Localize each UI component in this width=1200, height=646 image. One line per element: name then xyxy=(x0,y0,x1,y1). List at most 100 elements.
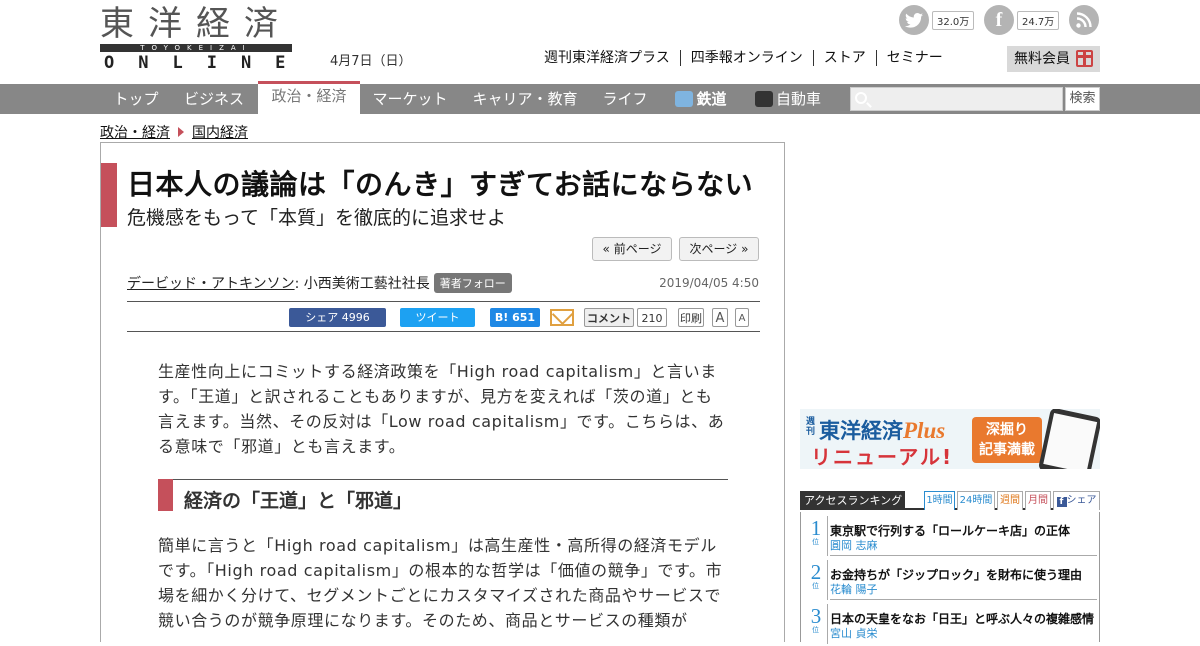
nav-railway[interactable]: 鉄道 xyxy=(666,84,736,114)
ranking-item[interactable]: 3 位 日本の天皇をなお「日王」と呼ぶ人々の複雑感情 宮山 貞栄 xyxy=(807,602,1097,646)
ranking-separator xyxy=(830,599,1097,600)
article-subtitle: 危機感をもって「本質」を徹底的に追求せよ xyxy=(127,207,507,229)
article-container: 日本人の議論は「のんき」すぎてお話にならない 危機感をもって「本質」を徹底的に追… xyxy=(100,142,785,642)
comment-button[interactable]: コメント xyxy=(584,308,634,327)
nav-store[interactable]: ストア xyxy=(812,50,876,66)
rank-divider xyxy=(827,560,828,600)
nav-market[interactable]: マーケット xyxy=(360,84,460,114)
nav-railway-label: 鉄道 xyxy=(696,90,727,108)
nav-career-education[interactable]: キャリア・教育 xyxy=(460,84,590,114)
ranking-title: アクセスランキング xyxy=(800,491,905,510)
nav-weekly-plus[interactable]: 週刊東洋経済プラス xyxy=(540,50,680,66)
site-logo[interactable]: 東洋経済 TOYOKEIZAI ONLINE xyxy=(100,4,310,73)
facebook-share-button[interactable]: シェア 4996 xyxy=(289,308,386,327)
author-title: : 小西美術工藝社社長 xyxy=(294,276,430,292)
rank-divider xyxy=(827,516,828,556)
rank-unit: 位 xyxy=(812,538,819,546)
author-follow-button[interactable]: 著者フォロー xyxy=(433,273,512,293)
breadcrumb-arrow-icon xyxy=(178,127,184,137)
nav-top[interactable]: トップ xyxy=(100,84,172,114)
twitter-count: 32.0万 xyxy=(932,10,975,30)
search-icon xyxy=(855,92,867,104)
rank-unit: 位 xyxy=(812,626,819,634)
breadcrumb-politics-economy[interactable]: 政治・経済 xyxy=(100,122,170,142)
section-heading: 経済の「王道」と「邪道」 xyxy=(184,490,413,512)
ranking-item-author[interactable]: 花輪 陽子 xyxy=(830,581,878,597)
print-button[interactable]: 印刷 xyxy=(678,308,704,327)
search-input[interactable] xyxy=(850,87,1063,111)
article-title: 日本人の議論は「のんき」すぎてお話にならない xyxy=(127,168,754,201)
share-bar: シェア 4996 ツイート B! 651 コメント 210 印刷 A A xyxy=(127,301,760,332)
mail-icon[interactable] xyxy=(550,309,574,326)
category-navigation: トップ ビジネス 政治・経済 マーケット キャリア・教育 ライフ 鉄道 自動車 … xyxy=(0,81,1200,114)
promo-brand-plus: Plus xyxy=(903,418,946,443)
ranking-item-author[interactable]: 圓岡 志麻 xyxy=(830,537,878,553)
free-member-label: 無料会員 xyxy=(1014,51,1070,67)
ranking-tab-week[interactable]: 週間 xyxy=(997,491,1023,510)
section-accent-bar xyxy=(158,479,173,511)
ranking-tab-24h[interactable]: 24時間 xyxy=(957,491,995,510)
site-header: 東洋経済 TOYOKEIZAI ONLINE 4月7日（日） 32.0万 f 2… xyxy=(0,0,1200,84)
twitter-follow[interactable]: 32.0万 xyxy=(899,5,975,35)
ranking-item[interactable]: 1 位 東京駅で行列する「ロールケーキ店」の正体 圓岡 志麻 xyxy=(807,514,1097,558)
ranking-tab-share[interactable]: f シェア xyxy=(1053,491,1100,510)
rank-divider xyxy=(827,604,828,644)
nav-shikiho[interactable]: 四季報オンライン xyxy=(679,50,813,66)
ranking-tab-1h[interactable]: 1時間 xyxy=(924,491,955,510)
tweet-button[interactable]: ツイート xyxy=(400,308,475,327)
publish-date: 2019/04/05 4:50 xyxy=(659,276,759,290)
logo-kanji: 東洋経済 xyxy=(100,4,292,44)
section-divider xyxy=(158,479,728,480)
facebook-follow[interactable]: f 24.7万 xyxy=(984,5,1060,35)
facebook-icon[interactable]: f xyxy=(984,5,1014,35)
author-line: デービッド・アトキンソン : 小西美術工藝社社長 著者フォロー xyxy=(127,273,512,293)
rank-unit: 位 xyxy=(812,582,819,590)
car-icon xyxy=(754,91,773,107)
article-paragraph-1: 生産性向上にコミットする経済政策を「High road capitalism」と… xyxy=(158,362,725,456)
breadcrumb: 政治・経済 国内経済 xyxy=(100,122,248,142)
rss-link[interactable] xyxy=(1069,5,1099,35)
ranking-item[interactable]: 2 位 お金持ちが「ジップロック」を財布に使う理由 花輪 陽子 xyxy=(807,558,1097,602)
nav-business[interactable]: ビジネス xyxy=(172,84,256,114)
free-member-button[interactable]: 無料会員 xyxy=(1007,46,1100,72)
nav-seminar[interactable]: セミナー xyxy=(875,50,953,66)
ranking-list: 1 位 東京駅で行列する「ロールケーキ店」の正体 圓岡 志麻 2 位 お金持ちが… xyxy=(800,512,1100,644)
font-small-button[interactable]: A xyxy=(735,308,749,327)
twitter-icon[interactable] xyxy=(899,5,929,35)
search-button[interactable]: 検索 xyxy=(1065,87,1100,111)
top-navigation: 週刊東洋経済プラス 四季報オンライン ストア セミナー xyxy=(540,50,953,66)
author-name[interactable]: デービッド・アトキンソン xyxy=(127,273,295,293)
ranking-item-author[interactable]: 宮山 貞栄 xyxy=(830,625,878,641)
phone-image xyxy=(1037,409,1100,469)
promo-renewal: リニューアル! xyxy=(811,445,954,469)
logo-online: ONLINE xyxy=(104,53,310,73)
ranking-tab-share-label: シェア xyxy=(1066,495,1097,506)
promo-tag: 深掘り 記事満載 xyxy=(972,417,1042,463)
next-page-button[interactable]: 次ページ » xyxy=(679,237,759,261)
promo-weekly: 週刊 xyxy=(806,417,816,437)
nav-automobile[interactable]: 自動車 xyxy=(746,84,830,114)
rss-icon[interactable] xyxy=(1069,5,1099,35)
ranking-separator xyxy=(830,555,1097,556)
access-ranking: アクセスランキング 1時間 24時間 週間 月間 f シェア 1 位 東京駅で行列… xyxy=(800,491,1100,644)
facebook-count: 24.7万 xyxy=(1017,10,1060,30)
hatena-bookmark-button[interactable]: B! 651 xyxy=(490,308,540,327)
nav-politics-economy[interactable]: 政治・経済 xyxy=(258,81,360,114)
follow-label: 著者フォロー xyxy=(439,277,506,290)
nav-life[interactable]: ライフ xyxy=(590,84,660,114)
weekly-plus-banner[interactable]: 週刊 東洋経済Plus リニューアル! 深掘り 記事満載 xyxy=(800,409,1100,469)
title-accent-bar xyxy=(101,163,117,227)
facebook-small-icon: f xyxy=(1056,497,1067,507)
font-large-button[interactable]: A xyxy=(712,308,728,327)
breadcrumb-domestic-economy[interactable]: 国内経済 xyxy=(192,122,248,142)
ranking-header: アクセスランキング 1時間 24時間 週間 月間 f シェア xyxy=(800,491,1100,510)
nav-automobile-label: 自動車 xyxy=(775,90,821,108)
logo-romaji: TOYOKEIZAI xyxy=(140,44,252,52)
prev-page-button[interactable]: « 前ページ xyxy=(592,237,672,261)
article-paragraph-2: 簡単に言うと「High road capitalism」は高生産性・高所得の経済… xyxy=(158,536,723,630)
train-icon xyxy=(675,91,694,107)
ranking-tab-month[interactable]: 月間 xyxy=(1025,491,1051,510)
promo-brand-name: 東洋経済 xyxy=(819,419,903,443)
gift-icon xyxy=(1076,50,1093,67)
comment-count: 210 xyxy=(637,308,667,327)
